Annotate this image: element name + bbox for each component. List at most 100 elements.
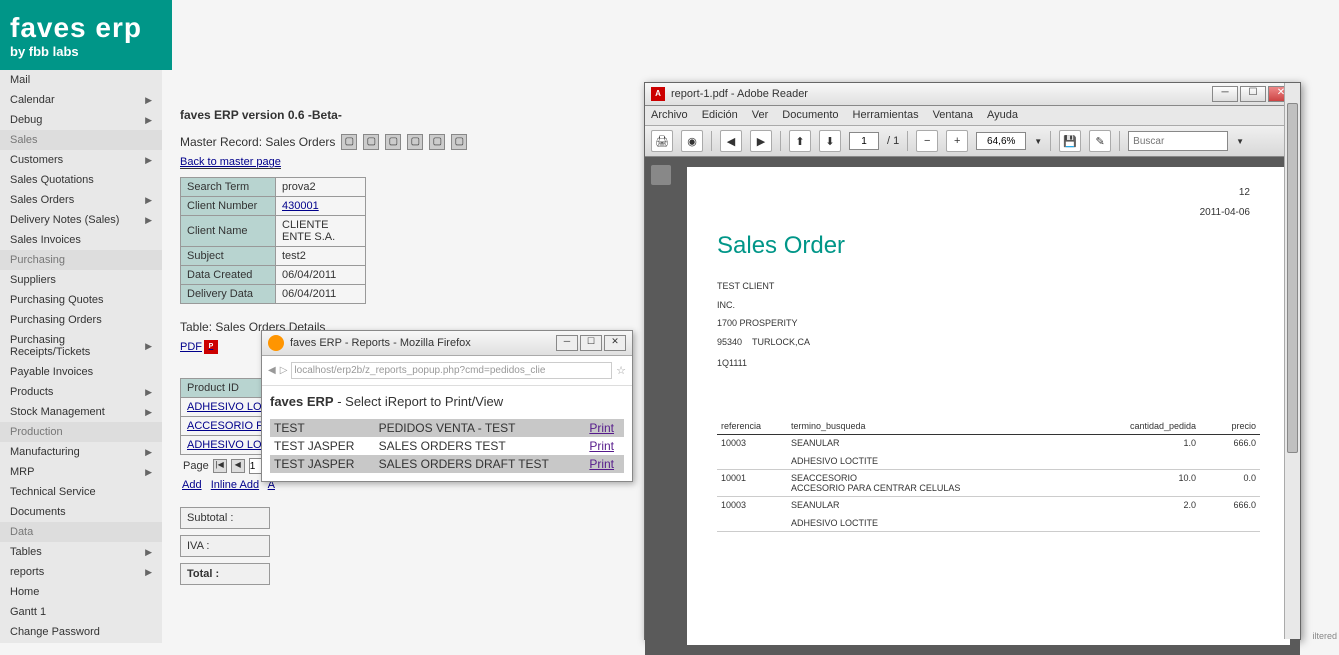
- adobe-titlebar[interactable]: A report-1.pdf - Adobe Reader ─ ☐ ✕: [645, 83, 1300, 106]
- maximize-button[interactable]: ☐: [580, 335, 602, 351]
- menu-technical-service[interactable]: Technical Service: [0, 482, 162, 502]
- page-total: / 1: [887, 135, 899, 147]
- page-up-icon[interactable]: ⬆: [789, 130, 811, 152]
- scrollbar-thumb[interactable]: [1287, 103, 1298, 453]
- pages-panel-icon[interactable]: [651, 165, 671, 185]
- maximize-button[interactable]: ☐: [1240, 86, 1266, 102]
- menu-purchasing-orders[interactable]: Purchasing Orders: [0, 310, 162, 330]
- menu-payable-invoices[interactable]: Payable Invoices: [0, 362, 162, 382]
- zoom-out-icon[interactable]: −: [916, 130, 938, 152]
- search-input[interactable]: [1128, 131, 1228, 151]
- chevron-right-icon: ▶: [145, 547, 152, 558]
- minimize-button[interactable]: ─: [1212, 86, 1238, 102]
- info-val: 06/04/2011: [276, 266, 366, 285]
- print-icon[interactable]: 🖨: [651, 130, 673, 152]
- page-number-input[interactable]: [849, 132, 879, 150]
- firefox-icon: [268, 335, 284, 351]
- menu-documents[interactable]: Documents: [0, 502, 162, 522]
- menu-herramientas[interactable]: Herramientas: [853, 109, 919, 122]
- print-link[interactable]: Print: [589, 439, 614, 453]
- word-icon[interactable]: ▢: [385, 134, 401, 150]
- zoom-in-icon[interactable]: +: [946, 130, 968, 152]
- pager-prev-icon[interactable]: ◀: [231, 459, 245, 473]
- forward-icon[interactable]: ▷: [280, 365, 288, 376]
- menu-customers[interactable]: Customers▶: [0, 150, 162, 170]
- chevron-right-icon: ▶: [145, 95, 152, 106]
- sign-icon[interactable]: ✎: [1089, 130, 1111, 152]
- save-icon[interactable]: 💾: [1059, 130, 1081, 152]
- save-icon[interactable]: ▢: [363, 134, 379, 150]
- close-button[interactable]: ✕: [604, 335, 626, 351]
- print-icon[interactable]: ▢: [451, 134, 467, 150]
- firefox-urlbar: ◀ ▷ ☆: [262, 356, 632, 386]
- back-icon[interactable]: ◀: [268, 365, 276, 376]
- doc-row: 10003 SEANULARADHESIVO LOCTITE 1.0 666.0: [717, 435, 1260, 470]
- menu-sales-orders[interactable]: Sales Orders▶: [0, 190, 162, 210]
- menu-debug[interactable]: Debug▶: [0, 110, 162, 130]
- export-icon[interactable]: ▢: [341, 134, 357, 150]
- minimize-button[interactable]: ─: [556, 335, 578, 351]
- menu-purchasing-receipts[interactable]: Purchasing Receipts/Tickets▶: [0, 330, 162, 362]
- excel-icon[interactable]: ▢: [429, 134, 445, 150]
- menu-manufacturing[interactable]: Manufacturing▶: [0, 442, 162, 462]
- pdf-link[interactable]: PDFP: [180, 340, 218, 354]
- menu-calendar[interactable]: Calendar▶: [0, 90, 162, 110]
- page-down-icon[interactable]: ⬇: [819, 130, 841, 152]
- menu-ayuda[interactable]: Ayuda: [987, 109, 1018, 122]
- bookmark-icon[interactable]: ☆: [616, 364, 626, 377]
- section-sales: Sales: [0, 130, 162, 150]
- col-price: precio: [1200, 418, 1260, 435]
- menu-edicion[interactable]: Edición: [702, 109, 738, 122]
- menu-reports[interactable]: reports▶: [0, 562, 162, 582]
- report-cell: PEDIDOS VENTA - TEST: [375, 419, 586, 437]
- print-link[interactable]: Print: [589, 421, 614, 435]
- menu-archivo[interactable]: Archivo: [651, 109, 688, 122]
- scrollbar[interactable]: [1284, 83, 1300, 639]
- inline-add-link[interactable]: Inline Add: [211, 479, 259, 491]
- doc-number: 12: [1239, 187, 1250, 198]
- add-link[interactable]: Add: [182, 479, 202, 491]
- menu-sales-invoices[interactable]: Sales Invoices: [0, 230, 162, 250]
- menu-products[interactable]: Products▶: [0, 382, 162, 402]
- url-input[interactable]: [291, 362, 612, 379]
- section-data: Data: [0, 522, 162, 542]
- menu-suppliers[interactable]: Suppliers: [0, 270, 162, 290]
- menu-ver[interactable]: Ver: [752, 109, 769, 122]
- print-link[interactable]: Print: [589, 457, 614, 471]
- menu-mail[interactable]: Mail: [0, 70, 162, 90]
- menu-home[interactable]: Home: [0, 582, 162, 602]
- menu-gantt[interactable]: Gantt 1: [0, 602, 162, 622]
- menu-documento[interactable]: Documento: [782, 109, 838, 122]
- firefox-title: faves ERP - Reports - Mozilla Firefox: [290, 337, 471, 349]
- report-cell: TEST JASPER: [270, 455, 375, 473]
- collab-icon[interactable]: ◉: [681, 130, 703, 152]
- section-production: Production: [0, 422, 162, 442]
- menu-stock[interactable]: Stock Management▶: [0, 402, 162, 422]
- menu-change-password[interactable]: Change Password: [0, 622, 162, 642]
- info-table: Search Termprova2 Client Number430001 Cl…: [180, 177, 366, 304]
- page-label: Page: [183, 460, 209, 472]
- chevron-right-icon: ▶: [145, 155, 152, 166]
- pager-first-icon[interactable]: |◀: [213, 459, 227, 473]
- menu-delivery-notes[interactable]: Delivery Notes (Sales)▶: [0, 210, 162, 230]
- doc-addr3: 1700 PROSPERITY: [717, 317, 1260, 330]
- subtotal-row: Subtotal :: [180, 507, 270, 529]
- prev-page-icon[interactable]: ◀: [720, 130, 742, 152]
- menu-ventana[interactable]: Ventana: [933, 109, 973, 122]
- next-page-icon[interactable]: ▶: [750, 130, 772, 152]
- chevron-right-icon: ▶: [145, 115, 152, 126]
- info-key: Search Term: [181, 178, 276, 197]
- client-number-link[interactable]: 430001: [282, 200, 319, 212]
- menu-sales-quotations[interactable]: Sales Quotations: [0, 170, 162, 190]
- info-key: Client Number: [181, 197, 276, 216]
- firefox-titlebar[interactable]: faves ERP - Reports - Mozilla Firefox ─ …: [262, 331, 632, 356]
- menu-purchasing-quotes[interactable]: Purchasing Quotes: [0, 290, 162, 310]
- menu-tables[interactable]: Tables▶: [0, 542, 162, 562]
- doc-date: 2011-04-06: [1200, 207, 1250, 218]
- delete-icon[interactable]: ▢: [407, 134, 423, 150]
- menu-mrp[interactable]: MRP▶: [0, 462, 162, 482]
- back-link[interactable]: Back to master page: [180, 156, 281, 169]
- chevron-right-icon: ▶: [145, 195, 152, 206]
- zoom-input[interactable]: [976, 132, 1026, 150]
- firefox-window: faves ERP - Reports - Mozilla Firefox ─ …: [261, 330, 633, 482]
